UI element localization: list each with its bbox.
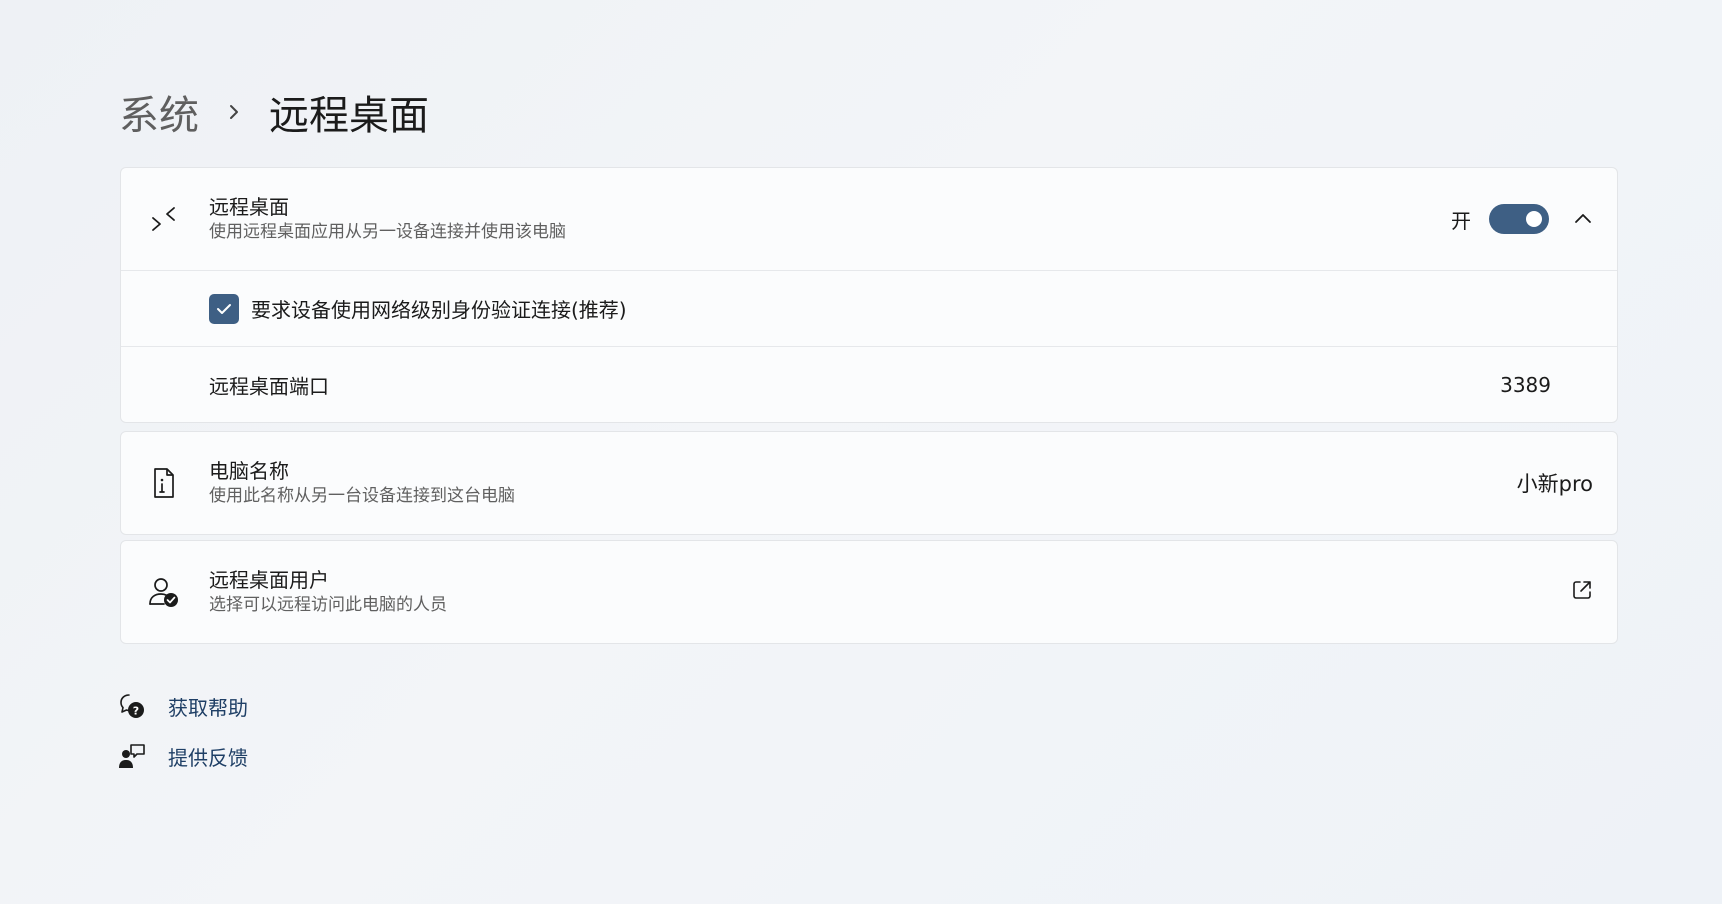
nla-checkbox-group[interactable]: 要求设备使用网络级别身份验证连接(推荐): [209, 293, 627, 324]
open-external-icon[interactable]: [1571, 579, 1593, 605]
toggle-knob: [1526, 211, 1542, 227]
get-help-text[interactable]: 获取帮助: [168, 692, 248, 721]
chevron-right-icon: [199, 102, 269, 122]
port-label: 远程桌面端口: [209, 374, 329, 398]
nla-label: 要求设备使用网络级别身份验证连接(推荐): [251, 298, 627, 322]
remote-desktop-text: 远程桌面 使用远程桌面应用从另一设备连接并使用该电脑: [209, 194, 566, 244]
breadcrumb-parent[interactable]: 系统: [119, 83, 199, 141]
toggle-state-label: 开: [1451, 208, 1471, 233]
remote-desktop-card: 远程桌面 使用远程桌面应用从另一设备连接并使用该电脑 开 要求设备使用网络级别身…: [120, 167, 1618, 423]
pc-name-row: 电脑名称 使用此名称从另一台设备连接到这台电脑 小新pro: [121, 432, 1617, 534]
svg-text:?: ?: [133, 705, 139, 718]
chevron-up-icon[interactable]: [1573, 209, 1593, 229]
pc-name-value-wrap: 小新pro: [1517, 468, 1593, 498]
give-feedback-link[interactable]: 提供反馈: [118, 738, 248, 774]
remote-desktop-title: 远程桌面: [209, 195, 289, 219]
pc-info-icon: [147, 466, 181, 500]
nla-checkbox[interactable]: [209, 293, 239, 324]
port-value: 3389: [1500, 372, 1551, 397]
port-row: 远程桌面端口 3389: [121, 346, 1617, 422]
pc-name-title: 电脑名称: [209, 459, 289, 483]
checkmark-icon: [217, 303, 231, 314]
pc-name-text: 电脑名称 使用此名称从另一台设备连接到这台电脑: [209, 458, 515, 508]
remote-desktop-toggle[interactable]: [1489, 204, 1549, 234]
get-help-link[interactable]: ? 获取帮助: [118, 688, 248, 724]
remote-desktop-icon: [147, 202, 181, 236]
remote-users-row[interactable]: 远程桌面用户 选择可以远程访问此电脑的人员: [121, 541, 1617, 643]
pc-name-value: 小新pro: [1516, 472, 1593, 496]
help-links: ? 获取帮助 提供反馈: [118, 688, 248, 788]
feedback-icon: [118, 742, 146, 770]
remote-desktop-subtitle: 使用远程桌面应用从另一设备连接并使用该电脑: [209, 222, 566, 242]
settings-page: 系统 远程桌面 远程桌面 使用远程桌面应用从另一设备连接并使用该电脑 开 要求设…: [0, 0, 1722, 904]
remote-users-action: [1571, 579, 1593, 605]
nla-row: 要求设备使用网络级别身份验证连接(推荐): [121, 270, 1617, 346]
pc-name-subtitle: 使用此名称从另一台设备连接到这台电脑: [209, 486, 515, 506]
help-chat-icon: ?: [118, 692, 146, 720]
user-check-icon: [147, 575, 181, 609]
remote-users-title: 远程桌面用户: [209, 568, 329, 592]
page-title: 远程桌面: [269, 93, 429, 139]
remote-desktop-controls: 开: [1451, 204, 1593, 234]
remote-users-subtitle: 选择可以远程访问此电脑的人员: [209, 595, 447, 615]
pc-name-card: 电脑名称 使用此名称从另一台设备连接到这台电脑 小新pro: [120, 431, 1618, 535]
remote-users-text: 远程桌面用户 选择可以远程访问此电脑的人员: [209, 567, 447, 617]
give-feedback-text[interactable]: 提供反馈: [168, 742, 248, 771]
remote-users-card: 远程桌面用户 选择可以远程访问此电脑的人员: [120, 540, 1618, 644]
remote-desktop-header-row[interactable]: 远程桌面 使用远程桌面应用从另一设备连接并使用该电脑 开: [121, 168, 1617, 270]
breadcrumb: 系统 远程桌面: [119, 84, 429, 140]
